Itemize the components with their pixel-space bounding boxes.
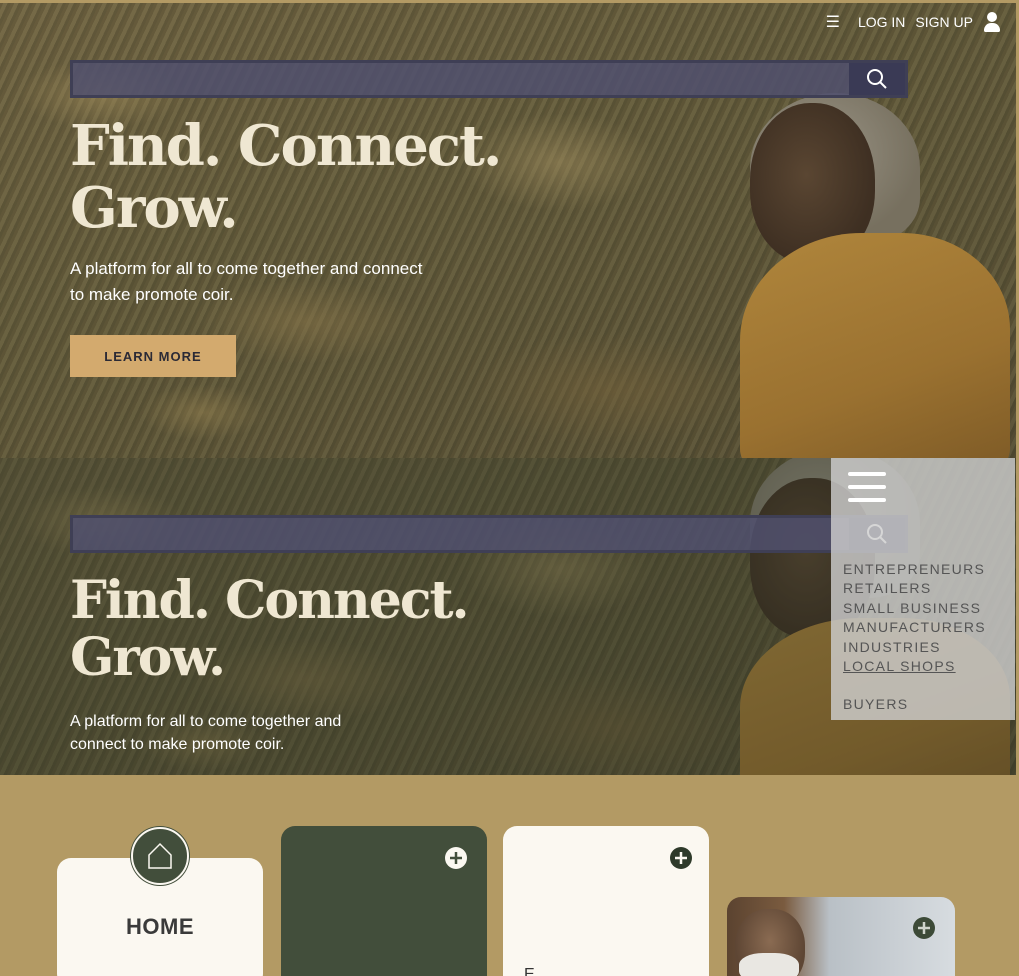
hero-subtitle: A platform for all to come together and … [70,259,423,304]
signup-link[interactable]: SIGN UP [915,14,973,30]
dropdown-item-local-shops[interactable]: LOCAL SHOPS [843,657,1003,676]
hero-headline: Find. Connect. Grow. [70,570,470,689]
expand-icon[interactable] [445,847,467,869]
home-badge[interactable] [131,827,189,885]
hero-headline: Find. Connect. Grow. [70,113,502,241]
dropdown-item-entrepreneurs[interactable]: ENTREPRENEURS [843,560,1003,579]
dropdown-item-industries[interactable]: INDUSTRIES [843,638,1003,657]
home-card-label: HOME [126,914,194,939]
dropdown-item-manufacturers[interactable]: MANUFACTURERS [843,618,1003,637]
card-title: E [524,966,535,976]
user-icon[interactable] [983,12,1001,32]
search-bar [70,515,908,553]
hero-headline-line1: Find. Connect. [70,570,470,631]
hero-headline-line2: Grow. [70,174,239,241]
hero-photo-woman [720,73,1010,458]
dropdown-item-small-business[interactable]: SMALL BUSINESS [843,599,1003,618]
hamburger-icon[interactable] [848,470,886,504]
nav-dropdown-menu: ENTREPRENEURS RETAILERS SMALL BUSINESS M… [831,458,1015,720]
expand-icon[interactable] [913,917,935,939]
search-input[interactable] [73,518,849,550]
search-button[interactable] [849,63,905,95]
login-link[interactable]: LOG IN [858,14,905,30]
dropdown-item-retailers[interactable]: RETAILERS [843,579,1003,598]
search-bar [70,60,908,98]
hero-subtitle: A platform for all to come together and … [70,713,342,753]
card-photo-beard [739,953,799,976]
search-icon [867,69,887,89]
learn-more-button[interactable]: LEARN MORE [70,335,236,377]
hero-headline-line1: Find. Connect. [70,113,502,179]
expand-icon[interactable] [670,847,692,869]
search-input[interactable] [73,63,849,95]
hamburger-icon[interactable]: ☰ [826,12,840,32]
dropdown-list: ENTREPRENEURS RETAILERS SMALL BUSINESS M… [843,560,1003,715]
house-icon [148,842,172,869]
top-nav: ☰ LOG IN SIGN UP [826,12,1001,32]
dropdown-item-buyers[interactable]: BUYERS [843,695,1003,714]
hero-headline-line2: Grow. [70,627,226,689]
